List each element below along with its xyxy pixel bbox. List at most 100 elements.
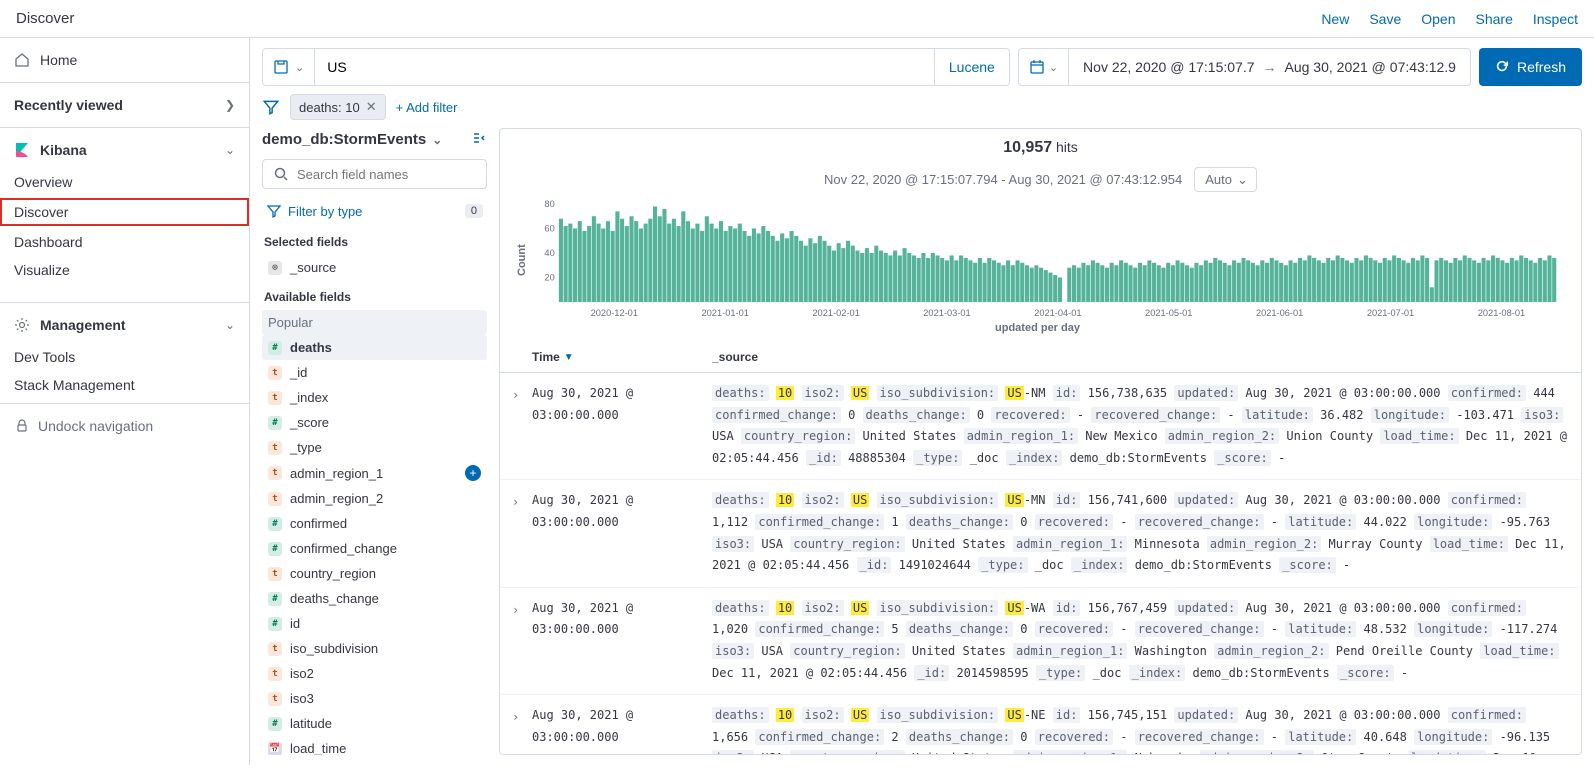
field-search-input[interactable] <box>297 167 476 182</box>
query-language-button[interactable]: Lucene <box>934 49 1009 85</box>
close-icon[interactable]: ✕ <box>366 99 377 115</box>
field-item[interactable]: t_index <box>262 385 487 410</box>
sidebar: Home Recently viewed ❯ Kibana ⌄ Overview… <box>0 38 250 765</box>
available-fields-label: Available fields <box>262 280 487 310</box>
index-pattern-selector[interactable]: demo_db:StormEvents ⌄ <box>262 131 442 148</box>
svg-text:2021-07-01: 2021-07-01 <box>1367 308 1414 318</box>
query-input[interactable] <box>315 49 934 85</box>
field-item[interactable]: #_score <box>262 410 487 435</box>
nav-recently-viewed[interactable]: Recently viewed ❯ <box>0 87 249 123</box>
results-panel: 10,957 hits Nov 22, 2020 @ 17:15:07.794 … <box>499 128 1582 755</box>
refresh-button[interactable]: Refresh <box>1479 48 1582 86</box>
column-time[interactable]: Time▼ <box>532 350 712 364</box>
nav-stack-management[interactable]: Stack Management <box>0 371 249 399</box>
field-item[interactable]: tiso_subdivision <box>262 636 487 661</box>
interval-select[interactable]: Auto <box>1194 167 1257 192</box>
type-icon: # <box>268 717 282 731</box>
type-icon: t <box>268 391 282 405</box>
type-icon: t <box>268 366 282 380</box>
type-icon: t <box>268 466 282 480</box>
save-link[interactable]: Save <box>1369 11 1401 27</box>
home-icon <box>14 52 30 68</box>
table-row: ›Aug 30, 2021 @ 03:00:00.000 deaths: 10 … <box>500 588 1581 695</box>
type-icon: t <box>268 667 282 681</box>
nav-management[interactable]: Management ⌄ <box>0 307 249 343</box>
field-item[interactable]: tadmin_region_2 <box>262 486 487 511</box>
share-link[interactable]: Share <box>1476 11 1513 27</box>
field-item[interactable]: t_id <box>262 360 487 385</box>
type-icon: t <box>268 642 282 656</box>
type-icon: t <box>268 567 282 581</box>
filter-options-icon[interactable] <box>262 98 280 116</box>
expand-row-icon[interactable]: › <box>512 383 532 469</box>
field-item[interactable]: tiso2 <box>262 661 487 686</box>
field-item[interactable]: #latitude <box>262 711 487 736</box>
sort-desc-icon: ▼ <box>564 352 574 363</box>
type-icon: # <box>268 592 282 606</box>
add-filter-button[interactable]: + Add filter <box>396 100 458 115</box>
expand-row-icon[interactable]: › <box>512 598 532 684</box>
field-search[interactable] <box>262 159 487 189</box>
field-item[interactable]: #confirmed_change <box>262 536 487 561</box>
date-picker[interactable]: ⌄ Nov 22, 2020 @ 17:15:07.7 → Aug 30, 20… <box>1018 48 1471 86</box>
y-axis-label: Count <box>514 200 530 320</box>
nav-home[interactable]: Home <box>0 42 249 78</box>
chevron-right-icon: ❯ <box>225 98 235 112</box>
top-actions: New Save Open Share Inspect <box>1321 11 1578 27</box>
svg-text:60: 60 <box>544 224 554 234</box>
disk-icon <box>273 59 289 75</box>
svg-text:80: 80 <box>544 200 554 209</box>
add-field-icon[interactable]: + <box>465 465 481 481</box>
nav-overview[interactable]: Overview <box>0 168 249 196</box>
field-item[interactable]: t_type <box>262 435 487 460</box>
chevron-down-icon: ⌄ <box>432 133 442 147</box>
nav-discover[interactable]: Discover <box>0 198 249 226</box>
chevron-down-icon: ⌄ <box>1049 61 1058 74</box>
field-item[interactable]: #id <box>262 611 487 636</box>
field-item[interactable]: #deaths_change <box>262 586 487 611</box>
field-item[interactable]: ⊙_source <box>262 255 487 280</box>
field-item[interactable]: tiso3 <box>262 686 487 711</box>
saved-query-button[interactable]: ⌄ <box>263 49 315 85</box>
field-item[interactable]: #confirmed <box>262 511 487 536</box>
field-item[interactable]: tadmin_region_1+ <box>262 460 487 486</box>
chevron-down-icon: ⌄ <box>295 61 304 74</box>
field-item[interactable]: #deaths <box>262 335 487 360</box>
open-link[interactable]: Open <box>1421 11 1455 27</box>
table-row: ›Aug 30, 2021 @ 03:00:00.000 deaths: 10 … <box>500 695 1581 754</box>
field-panel: demo_db:StormEvents ⌄ Filter by type 0 <box>262 128 487 755</box>
table-row: ›Aug 30, 2021 @ 03:00:00.000 deaths: 10 … <box>500 373 1581 480</box>
search-bar: ⌄ Lucene ⌄ Nov 22, 2020 @ 17:15:07.7 → A… <box>262 48 1582 86</box>
filter-pill[interactable]: deaths: 10 ✕ <box>290 94 386 120</box>
type-icon: # <box>268 617 282 631</box>
histogram-range: Nov 22, 2020 @ 17:15:07.794 - Aug 30, 20… <box>824 172 1182 187</box>
expand-row-icon[interactable]: › <box>512 705 532 754</box>
new-link[interactable]: New <box>1321 11 1349 27</box>
nav-visualize[interactable]: Visualize <box>0 256 249 284</box>
column-source[interactable]: _source <box>712 350 1569 364</box>
collapse-panel-icon[interactable] <box>471 130 487 149</box>
field-item[interactable]: tcountry_region <box>262 561 487 586</box>
filter-icon <box>266 203 282 219</box>
hits-header: 10,957 hits <box>500 129 1581 167</box>
inspect-link[interactable]: Inspect <box>1533 11 1578 27</box>
nav-dev-tools[interactable]: Dev Tools <box>0 343 249 371</box>
refresh-icon <box>1495 59 1509 76</box>
type-icon: t <box>268 441 282 455</box>
histogram-chart[interactable]: Count 204060802020-12-012021-01-012021-0… <box>500 196 1581 342</box>
type-icon: # <box>268 542 282 556</box>
search-icon <box>273 166 289 182</box>
nav-kibana[interactable]: Kibana ⌄ <box>0 132 249 168</box>
undock-navigation[interactable]: Undock navigation <box>0 408 249 444</box>
type-icon: # <box>268 517 282 531</box>
field-item[interactable]: 📅load_time <box>262 736 487 755</box>
row-source: deaths: 10 iso2: US iso_subdivision: US-… <box>712 598 1569 684</box>
row-time: Aug 30, 2021 @ 03:00:00.000 <box>532 490 712 576</box>
nav-dashboard[interactable]: Dashboard <box>0 228 249 256</box>
lock-icon <box>14 418 30 434</box>
filter-by-type[interactable]: Filter by type 0 <box>262 197 487 225</box>
type-icon: t <box>268 692 282 706</box>
row-source: deaths: 10 iso2: US iso_subdivision: US-… <box>712 490 1569 576</box>
svg-text:2020-12-01: 2020-12-01 <box>591 308 638 318</box>
expand-row-icon[interactable]: › <box>512 490 532 576</box>
